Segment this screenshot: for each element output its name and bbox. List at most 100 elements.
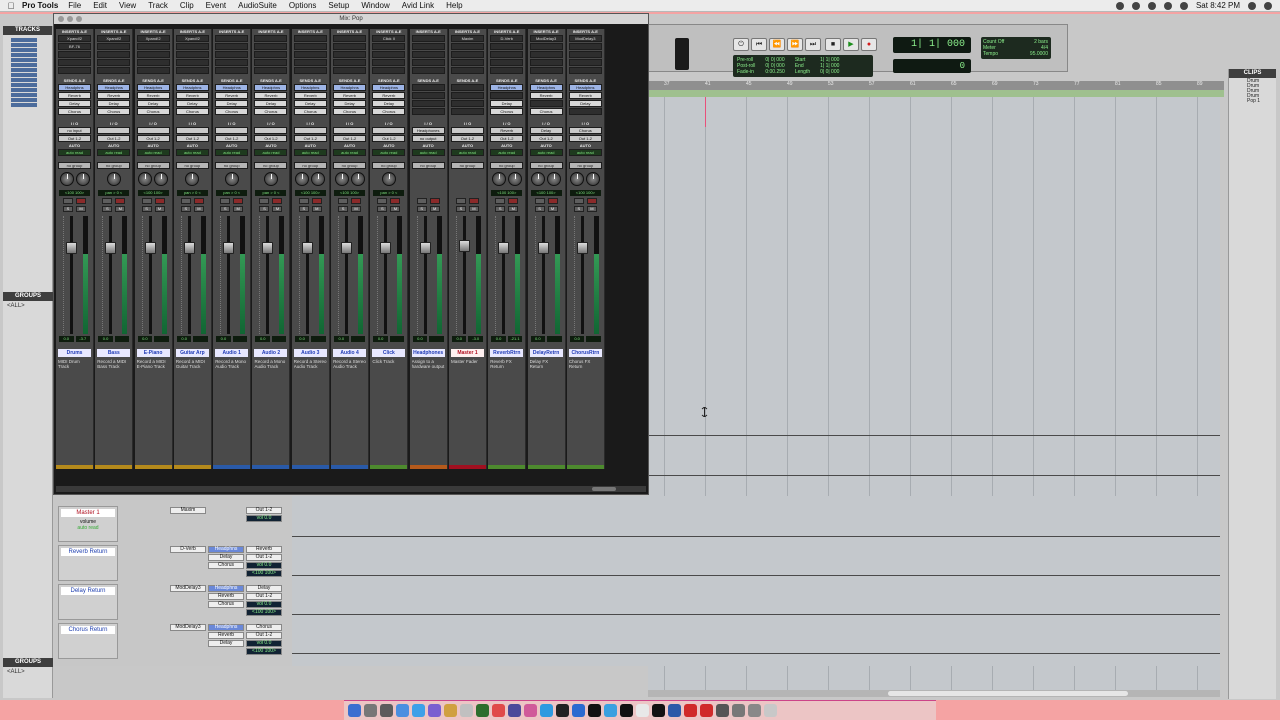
- track-comment[interactable]: Click Track: [372, 359, 405, 391]
- track-comment[interactable]: Record a MIDI Guitar Track: [176, 359, 209, 391]
- solo-button[interactable]: S: [338, 206, 349, 212]
- scrollbar-thumb[interactable]: [592, 487, 616, 491]
- sub-counter[interactable]: 0: [893, 59, 971, 73]
- track-comment[interactable]: Record a Stereo Audio Track: [333, 359, 366, 391]
- pan-knob[interactable]: [59, 172, 74, 186]
- track-header-master[interactable]: Master 1 volume auto read: [58, 506, 118, 542]
- insert-slot[interactable]: Xpand!2: [97, 35, 131, 42]
- send-slot[interactable]: Headphns: [293, 84, 327, 91]
- dock-app-icon[interactable]: [604, 704, 617, 717]
- group-all[interactable]: <ALL>: [7, 303, 49, 309]
- solo-button[interactable]: S: [416, 206, 427, 212]
- track-name[interactable]: Headphones: [411, 349, 445, 357]
- output-selector[interactable]: Out 1-2: [333, 135, 367, 142]
- volume-value[interactable]: 0.0: [412, 336, 428, 342]
- input-selector[interactable]: no input: [58, 127, 91, 134]
- dock-app-icon[interactable]: [636, 704, 649, 717]
- rewind-button[interactable]: ⏪: [769, 38, 785, 51]
- output-selector[interactable]: Out 1-2: [97, 135, 131, 142]
- volume-value[interactable]: 0.0: [137, 336, 153, 342]
- automation-mode-selector[interactable]: auto read: [372, 149, 406, 156]
- main-counter[interactable]: 1| 1| 000: [893, 37, 971, 53]
- automation-mode-selector[interactable]: auto read: [175, 149, 209, 156]
- pan-knob[interactable]: [295, 172, 310, 186]
- dock-app-icon[interactable]: [716, 704, 729, 717]
- pan-value[interactable]: pan > 0 <: [373, 190, 405, 196]
- send-slot[interactable]: Delay: [372, 100, 406, 107]
- send-slot[interactable]: Headphns: [372, 84, 406, 91]
- minimize-icon[interactable]: [67, 16, 73, 22]
- record-enable-button[interactable]: [76, 198, 86, 204]
- insert-slot[interactable]: [215, 43, 249, 50]
- group-selector[interactable]: no group: [293, 162, 327, 169]
- send-slot[interactable]: [411, 92, 445, 99]
- app-menu[interactable]: Pro Tools: [22, 1, 58, 10]
- solo-button[interactable]: S: [573, 206, 584, 212]
- pan-knob[interactable]: [531, 172, 546, 186]
- insert-slot[interactable]: [97, 59, 131, 66]
- send-slot[interactable]: Delay: [333, 100, 367, 107]
- input-selector[interactable]: [450, 127, 484, 134]
- insert-slot[interactable]: [529, 43, 563, 50]
- menu-view[interactable]: View: [119, 1, 136, 10]
- volume-fader[interactable]: [498, 242, 510, 254]
- send-slot[interactable]: Delay: [58, 100, 91, 107]
- track-name[interactable]: Master 1: [61, 509, 115, 517]
- insert-slot[interactable]: [136, 43, 170, 50]
- clock[interactable]: Sat 8:42 PM: [1196, 1, 1240, 10]
- pan-knob[interactable]: [507, 172, 522, 186]
- input-monitor-button[interactable]: [102, 198, 113, 204]
- dock-app-icon[interactable]: [700, 704, 713, 717]
- record-enable-button[interactable]: [351, 198, 362, 204]
- send-slot[interactable]: Delay: [568, 100, 602, 107]
- search-icon[interactable]: [1248, 1, 1256, 10]
- automation-mode-selector[interactable]: auto read: [450, 149, 484, 156]
- notification-icon[interactable]: [1264, 1, 1272, 10]
- mute-button[interactable]: M: [76, 206, 86, 212]
- pan-knob[interactable]: [547, 172, 562, 186]
- track-name[interactable]: Reverb Return: [61, 548, 115, 556]
- input-monitor-button[interactable]: [259, 198, 270, 204]
- insert-slot[interactable]: [333, 43, 367, 50]
- pan-knob[interactable]: [154, 172, 169, 186]
- close-icon[interactable]: [58, 16, 64, 22]
- track-name[interactable]: ChorusRtrn: [568, 349, 602, 357]
- dock-app-icon[interactable]: [364, 704, 377, 717]
- insert-slot[interactable]: [568, 67, 602, 74]
- insert-slot[interactable]: ModDelay3: [529, 35, 563, 42]
- insert-slot[interactable]: [372, 43, 406, 50]
- insert-slot[interactable]: [411, 35, 445, 42]
- track-name[interactable]: Audio 1: [215, 349, 249, 357]
- input-monitor-button[interactable]: [573, 198, 584, 204]
- send-slot[interactable]: Delay: [97, 100, 131, 107]
- input-selector[interactable]: Chorus: [568, 127, 602, 134]
- pan-knob[interactable]: [570, 172, 585, 186]
- send-slot[interactable]: Headphns: [208, 585, 244, 592]
- insert-slot[interactable]: [215, 67, 249, 74]
- menu-window[interactable]: Window: [361, 1, 389, 10]
- menu-event[interactable]: Event: [206, 1, 226, 10]
- automation-mode-selector[interactable]: auto read: [333, 149, 367, 156]
- markers-ruler[interactable]: [648, 90, 1224, 97]
- track-name[interactable]: Drums: [58, 349, 91, 357]
- group-selector[interactable]: no group: [254, 162, 288, 169]
- track-name[interactable]: Bass: [97, 349, 131, 357]
- output-selector[interactable]: Out 1-2: [293, 135, 327, 142]
- insert-slot[interactable]: Xpand!2: [175, 35, 209, 42]
- clip-item[interactable]: Pop 1: [1247, 98, 1276, 104]
- menu-file[interactable]: File: [68, 1, 81, 10]
- dock-app-icon[interactable]: [380, 704, 393, 717]
- record-enable-button[interactable]: [586, 198, 597, 204]
- track-name[interactable]: DelayRetrn: [529, 349, 563, 357]
- group-selector[interactable]: no group: [58, 162, 91, 169]
- group-selector[interactable]: no group: [450, 162, 484, 169]
- send-slot[interactable]: [568, 108, 602, 115]
- pre-post-roll-display[interactable]: Pre-roll Post-roll Fade-in 0| 0| 000 0| …: [733, 55, 873, 77]
- input-monitor-button[interactable]: [141, 198, 152, 204]
- automation-mode-selector[interactable]: auto read: [293, 149, 327, 156]
- send-slot[interactable]: Chorus: [136, 108, 170, 115]
- automation-mode-selector[interactable]: auto read: [490, 149, 524, 156]
- record-enable-button[interactable]: [311, 198, 322, 204]
- track-comment[interactable]: Record a Stereo Audio Track: [294, 359, 327, 391]
- insert-slot[interactable]: [175, 59, 209, 66]
